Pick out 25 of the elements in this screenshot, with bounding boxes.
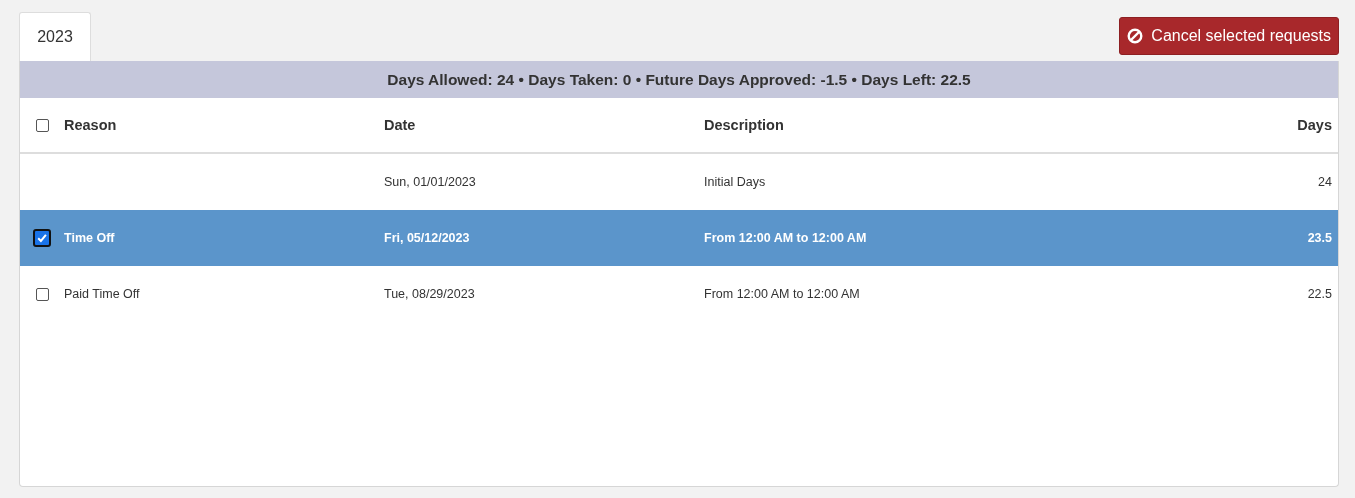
year-tab[interactable]: 2023 [19,12,91,61]
table-row[interactable]: Paid Time Off Tue, 08/29/2023 From 12:00 AM to 12:00 AM 22.5 [20,266,1338,322]
summary-text: Days Allowed: 24 • Days Taken: 0 • Future Days Approved: -1.5 • Days Left: 22.5 [387,70,971,89]
table-cell: Paid Time Off [64,287,140,301]
table-cell: Sun, 01/01/2023 [384,175,476,189]
table-cell: 24 [1318,175,1332,189]
check-icon [36,232,48,244]
ban-icon [1127,28,1144,44]
table-cell: From 12:00 AM to 12:00 AM [704,231,867,245]
select-all-checkbox[interactable] [35,118,49,132]
table-cell: Time Off [64,231,115,245]
row-checkbox[interactable] [33,229,51,247]
table-cell: From 12:00 AM to 12:00 AM [704,287,860,301]
table-cell: 22.5 [1307,287,1332,301]
column-header: Date [384,117,417,133]
column-header: Reason [64,117,118,133]
table-cell: 23.5 [1307,231,1332,245]
cancel-selected-button[interactable]: Cancel selected requests [1119,17,1339,55]
row-checkbox[interactable] [35,287,49,301]
column-header: Description [704,117,785,133]
table-row[interactable]: Sun, 01/01/2023 Initial Days 24 [20,154,1338,210]
table-cell: Tue, 08/29/2023 [384,287,475,301]
column-header: Days [1296,117,1333,133]
table-cell: Fri, 05/12/2023 [384,231,470,245]
table-cell: Initial Days [704,175,766,189]
